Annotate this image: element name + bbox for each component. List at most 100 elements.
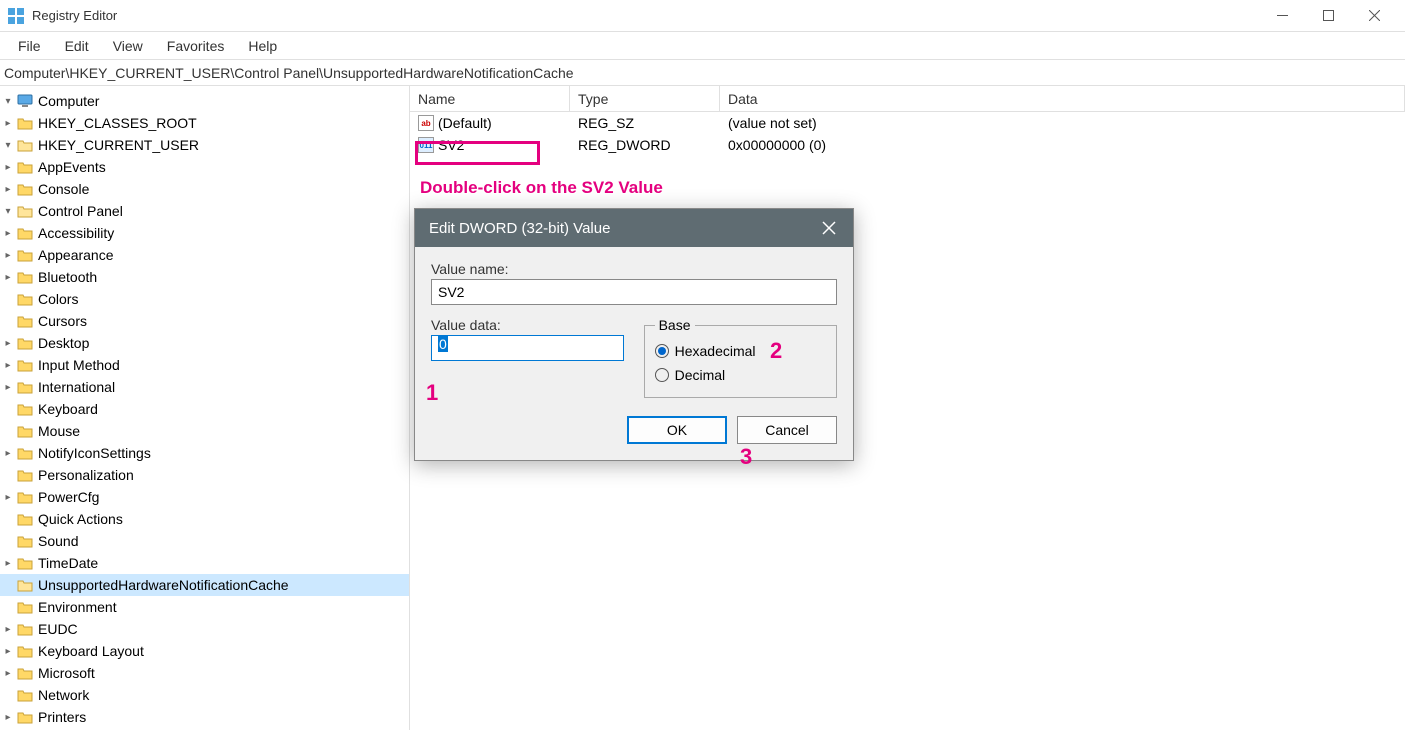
chevron-right-icon[interactable]: ▸: [0, 159, 16, 175]
tree-inputmethod[interactable]: ▸Input Method: [0, 354, 409, 376]
address-bar[interactable]: Computer\HKEY_CURRENT_USER\Control Panel…: [0, 60, 1405, 86]
chevron-right-icon[interactable]: ▸: [0, 379, 16, 395]
chevron-right-icon[interactable]: ▸: [0, 621, 16, 637]
folder-icon: [16, 379, 34, 395]
tree-keyboard[interactable]: ▸Keyboard: [0, 398, 409, 420]
radio-hexadecimal[interactable]: Hexadecimal: [655, 339, 826, 363]
tree-keyboardlayout[interactable]: ▸Keyboard Layout: [0, 640, 409, 662]
computer-icon: [16, 93, 34, 109]
chevron-right-icon[interactable]: ▸: [0, 489, 16, 505]
chevron-down-icon[interactable]: ▾: [0, 137, 16, 153]
tree-computer[interactable]: ▾ Computer: [0, 90, 409, 112]
value-row-sv2[interactable]: 011SV2 REG_DWORD 0x00000000 (0): [410, 134, 1405, 156]
folder-icon: [16, 225, 34, 241]
tree-label: AppEvents: [38, 159, 106, 175]
tree-uhnc[interactable]: ▸UnsupportedHardwareNotificationCache: [0, 574, 409, 596]
tree-international[interactable]: ▸ International: [0, 376, 409, 398]
value-data-input[interactable]: 0: [431, 335, 624, 361]
tree-notifyicon[interactable]: ▸NotifyIconSettings: [0, 442, 409, 464]
tree-controlpanel[interactable]: ▾Control Panel: [0, 200, 409, 222]
maximize-button[interactable]: [1305, 0, 1351, 32]
chevron-right-icon[interactable]: ▸: [0, 269, 16, 285]
tree-label: Colors: [38, 291, 78, 307]
tree-timedate[interactable]: ▸ TimeDate: [0, 552, 409, 574]
tree-hkcr[interactable]: ▸HKEY_CLASSES_ROOT: [0, 112, 409, 134]
tree-network[interactable]: ▸Network: [0, 684, 409, 706]
chevron-down-icon[interactable]: ▾: [0, 93, 16, 109]
radio-decimal[interactable]: Decimal: [655, 363, 826, 387]
chevron-right-icon[interactable]: ▸: [0, 357, 16, 373]
dialog-title: Edit DWORD (32-bit) Value: [429, 220, 610, 237]
folder-icon: [16, 291, 34, 307]
column-type[interactable]: Type: [570, 86, 720, 111]
menu-favorites[interactable]: Favorites: [155, 34, 237, 58]
folder-icon: [16, 511, 34, 527]
chevron-right-icon[interactable]: ▸: [0, 709, 16, 725]
tree-label: Accessibility: [38, 225, 114, 241]
chevron-right-icon[interactable]: ▸: [0, 665, 16, 681]
menu-file[interactable]: File: [6, 34, 53, 58]
dialog-close-button[interactable]: [819, 218, 839, 238]
tree-powercfg[interactable]: ▸PowerCfg: [0, 486, 409, 508]
chevron-right-icon[interactable]: ▸: [0, 225, 16, 241]
tree-hkcu[interactable]: ▾ HKEY_CURRENT_USER: [0, 134, 409, 156]
chevron-right-icon[interactable]: ▸: [0, 445, 16, 461]
value-row-default[interactable]: ab(Default) REG_SZ (value not set): [410, 112, 1405, 134]
chevron-right-icon[interactable]: ▸: [0, 247, 16, 263]
tree-label: UnsupportedHardwareNotificationCache: [38, 577, 289, 593]
tree-appevents[interactable]: ▸ AppEvents: [0, 156, 409, 178]
tree-appearance[interactable]: ▸ Appearance: [0, 244, 409, 266]
cancel-button[interactable]: Cancel: [737, 416, 837, 444]
base-fieldset: Base Hexadecimal Decimal: [644, 317, 837, 398]
tree-printers[interactable]: ▸Printers: [0, 706, 409, 728]
menu-edit[interactable]: Edit: [53, 34, 101, 58]
chevron-right-icon[interactable]: ▸: [0, 115, 16, 131]
minimize-button[interactable]: [1259, 0, 1305, 32]
tree-environment[interactable]: ▸Environment: [0, 596, 409, 618]
app-icon: [8, 8, 24, 24]
window-title: Registry Editor: [32, 8, 1259, 23]
tree-eudc[interactable]: ▸EUDC: [0, 618, 409, 640]
chevron-right-icon[interactable]: ▸: [0, 555, 16, 571]
tree-label: HKEY_CURRENT_USER: [38, 137, 199, 153]
tree-label: Console: [38, 181, 89, 197]
radio-unchecked-icon: [655, 368, 669, 382]
folder-open-icon: [16, 577, 34, 593]
ok-button[interactable]: OK: [627, 416, 727, 444]
chevron-down-icon[interactable]: ▾: [0, 203, 16, 219]
chevron-right-icon[interactable]: ▸: [0, 181, 16, 197]
tree-accessibility[interactable]: ▸ Accessibility: [0, 222, 409, 244]
folder-icon: [16, 665, 34, 681]
tree-label: Microsoft: [38, 665, 95, 681]
menu-view[interactable]: View: [101, 34, 155, 58]
menu-help[interactable]: Help: [236, 34, 289, 58]
tree-desktop[interactable]: ▸Desktop: [0, 332, 409, 354]
tree-label: Appearance: [38, 247, 114, 263]
tree-label: TimeDate: [38, 555, 98, 571]
tree-quickactions[interactable]: ▸Quick Actions: [0, 508, 409, 530]
list-body: ab(Default) REG_SZ (value not set) 011SV…: [410, 112, 1405, 156]
tree-mouse[interactable]: ▸Mouse: [0, 420, 409, 442]
tree-microsoft[interactable]: ▸ Microsoft: [0, 662, 409, 684]
column-data[interactable]: Data: [720, 86, 1405, 111]
column-name[interactable]: Name: [410, 86, 570, 111]
chevron-right-icon[interactable]: ▸: [0, 335, 16, 351]
tree-label: Keyboard: [38, 401, 98, 417]
folder-icon: [16, 115, 34, 131]
tree-sound[interactable]: ▸Sound: [0, 530, 409, 552]
tree-bluetooth[interactable]: ▸Bluetooth: [0, 266, 409, 288]
radio-label: Decimal: [675, 367, 726, 383]
tree-colors[interactable]: ▸Colors: [0, 288, 409, 310]
tree-label: Quick Actions: [38, 511, 123, 527]
close-button[interactable]: [1351, 0, 1397, 32]
folder-icon: [16, 599, 34, 615]
tree-personalization[interactable]: ▸Personalization: [0, 464, 409, 486]
chevron-right-icon[interactable]: ▸: [0, 643, 16, 659]
tree-console[interactable]: ▸ Console: [0, 178, 409, 200]
value-name-input[interactable]: [431, 279, 837, 305]
dialog-title-bar[interactable]: Edit DWORD (32-bit) Value: [415, 209, 853, 247]
folder-icon: [16, 181, 34, 197]
tree-cursors[interactable]: ▸Cursors: [0, 310, 409, 332]
registry-tree[interactable]: ▾ Computer ▸HKEY_CLASSES_ROOT ▾ HKEY_CURR…: [0, 86, 410, 730]
tree-label: International: [38, 379, 115, 395]
